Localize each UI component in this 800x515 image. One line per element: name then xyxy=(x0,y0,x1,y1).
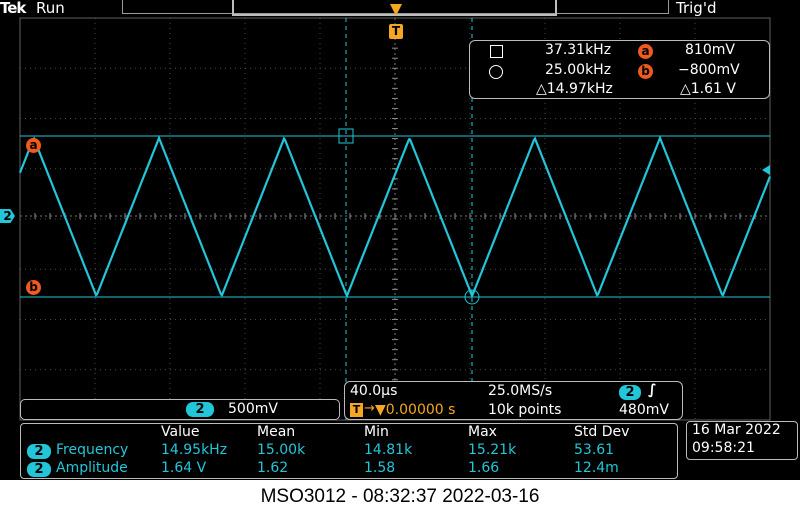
cursor-square-icon xyxy=(490,45,503,58)
row1-name: Frequency xyxy=(56,442,129,458)
scope-screen: Tek Run Trig'd T a b 2 37.31kHz a 810mV … xyxy=(0,0,800,480)
record-length: 10k points xyxy=(488,402,562,418)
time-label: 09:58:21 xyxy=(692,440,755,456)
trigger-position-icon[interactable]: T xyxy=(389,24,403,39)
cursor-b-marker[interactable]: b xyxy=(26,280,41,295)
trigger-arrow-small-icon: → xyxy=(364,401,375,416)
time-per-div: 40.0µs xyxy=(350,383,398,399)
trigger-arrow-icon xyxy=(390,4,402,16)
horizontal-settings-panel[interactable]: 40.0µs 25.0MS/s 2 ∫ T → ▼0.00000 s 10k p… xyxy=(344,381,683,420)
col-header-value: Value xyxy=(161,424,200,440)
datetime-panel: 16 Mar 2022 09:58:21 xyxy=(686,421,798,460)
row2-min: 1.58 xyxy=(364,460,396,476)
row2-value: 1.64 V xyxy=(161,460,207,476)
rising-edge-icon: ∫ xyxy=(648,382,657,398)
col-header-mean: Mean xyxy=(257,424,296,440)
col-header-std-dev: Std Dev xyxy=(574,424,630,440)
row1-mean: 15.00k xyxy=(257,442,306,458)
cursor-a-icon: a xyxy=(638,44,653,59)
row2-name: Amplitude xyxy=(56,460,128,476)
cursor-readout-panel: 37.31kHz a 810mV 25.00kHz b −800mV △14.9… xyxy=(469,40,770,99)
trigger-level-arrow-icon xyxy=(762,165,770,175)
cursor-level-b: −800mV xyxy=(678,62,740,78)
row1-std-dev: 53.61 xyxy=(574,442,615,458)
cursor-b-icon: b xyxy=(638,64,653,79)
date-label: 16 Mar 2022 xyxy=(692,422,781,438)
cursor-a-marker[interactable]: a xyxy=(26,138,41,153)
cursor-delta-level: △1.61 V xyxy=(680,81,736,97)
row1-min: 14.81k xyxy=(364,442,413,458)
row1-channel-badge: 2 xyxy=(27,444,51,459)
col-header-min: Min xyxy=(364,424,389,440)
row1-max: 15.21k xyxy=(468,442,517,458)
col-header-max: Max xyxy=(468,424,497,440)
image-caption: MSO3012 - 08:32:37 2022-03-16 xyxy=(260,486,540,507)
trigger-source-badge: 2 xyxy=(619,385,641,400)
channel-2-badge: 2 xyxy=(186,402,214,417)
measurement-panel: Value Mean Min Max Std Dev 2 Frequency 1… xyxy=(20,423,678,479)
cursor-level-a: 810mV xyxy=(685,42,735,58)
trigger-position: ▼0.00000 s xyxy=(375,402,456,418)
row2-max: 1.66 xyxy=(468,460,500,476)
cursor-freq-2: 25.00kHz xyxy=(545,62,612,78)
row1-value: 14.95kHz xyxy=(161,442,228,458)
cursor-delta-freq: △14.97kHz xyxy=(536,81,613,97)
brand-label: Tek xyxy=(0,0,26,17)
run-state: Run xyxy=(36,0,65,17)
sample-rate: 25.0MS/s xyxy=(488,383,553,399)
trigger-level: 480mV xyxy=(619,402,669,418)
row2-channel-badge: 2 xyxy=(27,462,51,477)
row2-std-dev: 12.4m xyxy=(574,460,619,476)
volts-per-div: 500mV xyxy=(228,401,278,417)
cursor-freq-1: 37.31kHz xyxy=(545,42,612,58)
row2-mean: 1.62 xyxy=(257,460,289,476)
channel-scale-panel[interactable]: 2 500mV xyxy=(20,399,340,420)
cursor-circle-icon xyxy=(489,65,503,79)
trigger-time-icon: T xyxy=(350,403,363,417)
trigger-state: Trig'd xyxy=(676,0,717,17)
